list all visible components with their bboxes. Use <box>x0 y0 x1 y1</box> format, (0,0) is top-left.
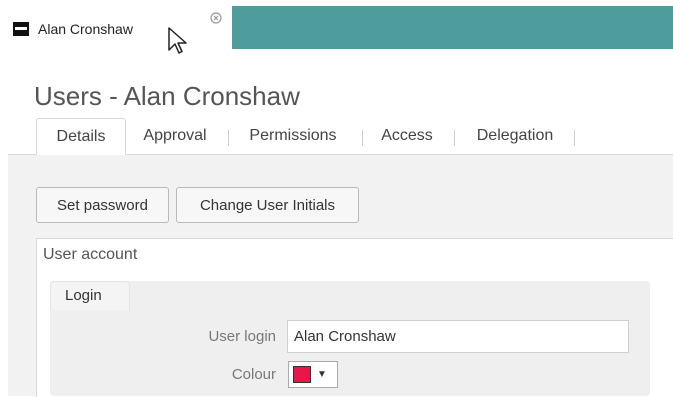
user-login-input[interactable] <box>287 320 629 353</box>
tab-label: Delegation <box>476 127 554 144</box>
chevron-down-icon: ▼ <box>317 369 327 380</box>
tab-divider <box>228 130 229 146</box>
tab-details[interactable]: Details <box>36 118 126 155</box>
tab-access[interactable]: Access <box>368 118 446 154</box>
tab-bar: Details Approval Permissions Access Dele… <box>8 118 673 155</box>
user-account-legend: User account <box>43 246 138 263</box>
window-tab[interactable]: Alan Cronshaw <box>12 14 133 44</box>
colour-label: Colour <box>231 366 276 383</box>
colour-picker[interactable]: ▼ <box>288 361 338 388</box>
window-tab-bar: Alan Cronshaw <box>0 0 673 54</box>
page-title: Users - Alan Cronshaw <box>34 81 300 112</box>
tab-delegation[interactable]: Delegation <box>460 118 570 154</box>
login-section-label: Login <box>65 287 102 304</box>
set-password-button[interactable]: Set password <box>36 187 169 223</box>
window-tab-title: Alan Cronshaw <box>38 21 133 37</box>
change-user-initials-button[interactable]: Change User Initials <box>176 187 359 223</box>
colour-swatch <box>293 366 311 383</box>
tab-label: Access <box>381 127 433 144</box>
tab-approval[interactable]: Approval <box>132 118 218 154</box>
window-icon <box>13 22 29 36</box>
tab-divider <box>454 130 455 146</box>
tab-label: Details <box>56 127 106 145</box>
user-login-label: User login <box>208 328 276 345</box>
mouse-cursor-icon <box>168 27 187 54</box>
tab-permissions[interactable]: Permissions <box>234 118 352 154</box>
tab-divider <box>574 130 575 146</box>
tab-label: Approval <box>143 127 207 144</box>
header-accent-bar <box>232 6 673 49</box>
tab-label: Permissions <box>249 127 337 144</box>
tab-divider <box>362 130 363 146</box>
close-tab-icon[interactable] <box>210 12 222 24</box>
